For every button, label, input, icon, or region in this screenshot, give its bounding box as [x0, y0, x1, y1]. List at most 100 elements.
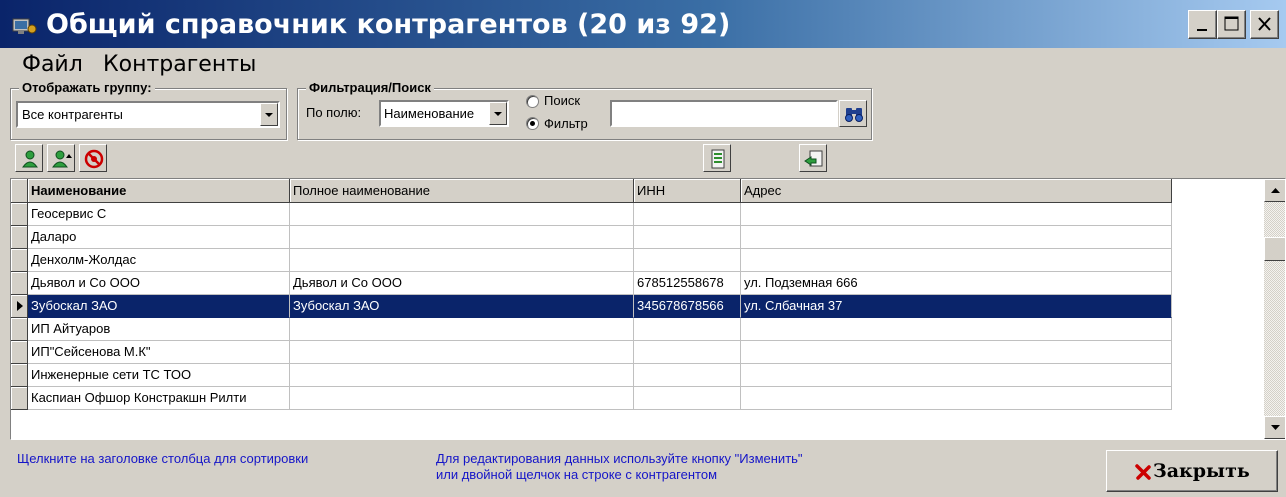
row-indicator[interactable]	[11, 364, 28, 387]
table-cell[interactable]	[634, 341, 741, 364]
field-select[interactable]: Наименование	[379, 100, 509, 127]
counterparties-table[interactable]: Наименование Полное наименование ИНН Адрес …	[10, 178, 1286, 440]
group-display-title: Отображать группу:	[19, 80, 155, 95]
table-cell[interactable]	[290, 226, 634, 249]
table-cell[interactable]: ул. Слбачная 37	[741, 295, 1172, 318]
table-cell[interactable]	[634, 387, 741, 410]
menu-file[interactable]: Файл	[22, 52, 83, 77]
table-cell[interactable]	[290, 249, 634, 272]
table-cell[interactable]: 678512558678	[634, 272, 741, 295]
close-window-button[interactable]	[1250, 10, 1279, 39]
table-row[interactable]: ИП"Сейсенова М.К"	[11, 341, 1172, 364]
row-indicator[interactable]	[11, 226, 28, 249]
table-cell[interactable]: Дьявол и Со ООО	[290, 272, 634, 295]
edit-user-icon	[52, 150, 72, 168]
scroll-thumb[interactable]	[1264, 237, 1285, 261]
maximize-button[interactable]	[1217, 10, 1246, 39]
row-indicator[interactable]	[11, 341, 28, 364]
title-bar[interactable]: Общий справочник контрагентов (20 из 92)	[0, 0, 1286, 48]
table-cell[interactable]	[290, 203, 634, 226]
table-cell[interactable]	[634, 364, 741, 387]
table-cell[interactable]	[741, 249, 1172, 272]
table-cell[interactable]	[634, 318, 741, 341]
table-header: Наименование Полное наименование ИНН Адрес	[11, 179, 1172, 203]
table-row[interactable]: Денхолм-Жолдас	[11, 249, 1172, 272]
group-select[interactable]: Все контрагенты	[16, 101, 280, 128]
table-cell[interactable]: ИП"Сейсенова М.К"	[28, 341, 290, 364]
table-cell[interactable]: Дьявол и Со ООО	[28, 272, 290, 295]
table-row[interactable]: Даларо	[11, 226, 1172, 249]
table-cell[interactable]	[634, 249, 741, 272]
table-cell[interactable]	[290, 364, 634, 387]
table-cell[interactable]: Даларо	[28, 226, 290, 249]
group-select-dropdown-button[interactable]	[260, 103, 278, 126]
table-row[interactable]: Геосервис С	[11, 203, 1172, 226]
row-indicator[interactable]	[11, 387, 28, 410]
column-header[interactable]: Адрес	[741, 179, 1172, 203]
close-button-label: Закрыть	[1153, 460, 1250, 482]
scroll-down-button[interactable]	[1264, 416, 1285, 439]
column-header[interactable]: Полное наименование	[290, 179, 634, 203]
table-cell[interactable]	[741, 364, 1172, 387]
table-cell[interactable]	[290, 318, 634, 341]
table-cell[interactable]	[290, 387, 634, 410]
search-query-input[interactable]	[610, 100, 838, 127]
row-indicator[interactable]	[11, 203, 28, 226]
close-button[interactable]: Закрыть	[1106, 450, 1278, 492]
table-cell[interactable]: Зубоскал ЗАО	[28, 295, 290, 318]
table-cell[interactable]: Денхолм-Жолдас	[28, 249, 290, 272]
export-button[interactable]	[799, 144, 827, 172]
table-cell[interactable]	[290, 341, 634, 364]
app-icon	[12, 18, 37, 34]
table-body: Наименование Полное наименование ИНН Адрес …	[11, 179, 1172, 439]
table-cell[interactable]: Каспиан Офшор Констракшн Рилти	[28, 387, 290, 410]
table-cell[interactable]	[741, 203, 1172, 226]
menu-bar: Файл Контрагенты	[0, 50, 1286, 80]
row-indicator[interactable]	[11, 295, 28, 318]
arrow-down-icon	[1271, 425, 1280, 430]
vertical-scrollbar[interactable]	[1264, 179, 1285, 439]
field-select-dropdown-button[interactable]	[489, 102, 507, 125]
table-cell[interactable]	[741, 226, 1172, 249]
group-display-box: Отображать группу: Все контрагенты	[10, 80, 287, 140]
table-cell[interactable]: 345678678566	[634, 295, 741, 318]
table-row[interactable]: Инженерные сети ТС ТОО	[11, 364, 1172, 387]
find-button[interactable]	[839, 100, 867, 127]
row-indicator[interactable]	[11, 272, 28, 295]
table-cell[interactable]: Зубоскал ЗАО	[290, 295, 634, 318]
table-cell[interactable]	[741, 318, 1172, 341]
table-cell[interactable]: ул. Подземная 666	[741, 272, 1172, 295]
table-cell[interactable]	[741, 387, 1172, 410]
minimize-button[interactable]	[1188, 10, 1217, 39]
export-icon	[804, 150, 823, 167]
add-counterparty-button[interactable]	[15, 144, 43, 172]
row-indicator[interactable]	[11, 249, 28, 272]
table-cell[interactable]	[741, 341, 1172, 364]
table-cell[interactable]	[634, 226, 741, 249]
report-button[interactable]	[703, 144, 731, 172]
table-row[interactable]: Дьявол и Со ООО Дьявол и Со ООО 6785125586…	[11, 272, 1172, 295]
row-indicator[interactable]	[11, 318, 28, 341]
table-cell[interactable]: Геосервис С	[28, 203, 290, 226]
filter-search-title: Фильтрация/Поиск	[306, 80, 434, 95]
delete-counterparty-button[interactable]	[79, 144, 107, 172]
table-corner	[11, 179, 28, 203]
field-select-value: Наименование	[384, 106, 475, 121]
column-header[interactable]: Наименование	[28, 179, 290, 203]
filter-mode-label: Фильтр	[544, 116, 588, 131]
edit-hint-line1: Для редактирования данных используйте кн…	[436, 451, 803, 466]
search-mode-radio[interactable]	[526, 95, 539, 108]
table-cell[interactable]: ИП Айтуаров	[28, 318, 290, 341]
sort-hint: Щелкните на заголовке столбца для сортир…	[17, 451, 309, 466]
column-header[interactable]: ИНН	[634, 179, 741, 203]
menu-counterparties[interactable]: Контрагенты	[103, 52, 256, 77]
filter-mode-radio[interactable]	[526, 117, 539, 130]
table-cell[interactable]: Инженерные сети ТС ТОО	[28, 364, 290, 387]
table-row[interactable]: ИП Айтуаров	[11, 318, 1172, 341]
table-row[interactable]: Зубоскал ЗАО Зубоскал ЗАО 345678678566 ул. …	[11, 295, 1172, 318]
scroll-up-button[interactable]	[1264, 179, 1285, 202]
table-cell[interactable]	[634, 203, 741, 226]
edit-counterparty-button[interactable]	[47, 144, 75, 172]
table-row[interactable]: Каспиан Офшор Констракшн Рилти	[11, 387, 1172, 410]
chevron-down-icon	[265, 113, 273, 117]
